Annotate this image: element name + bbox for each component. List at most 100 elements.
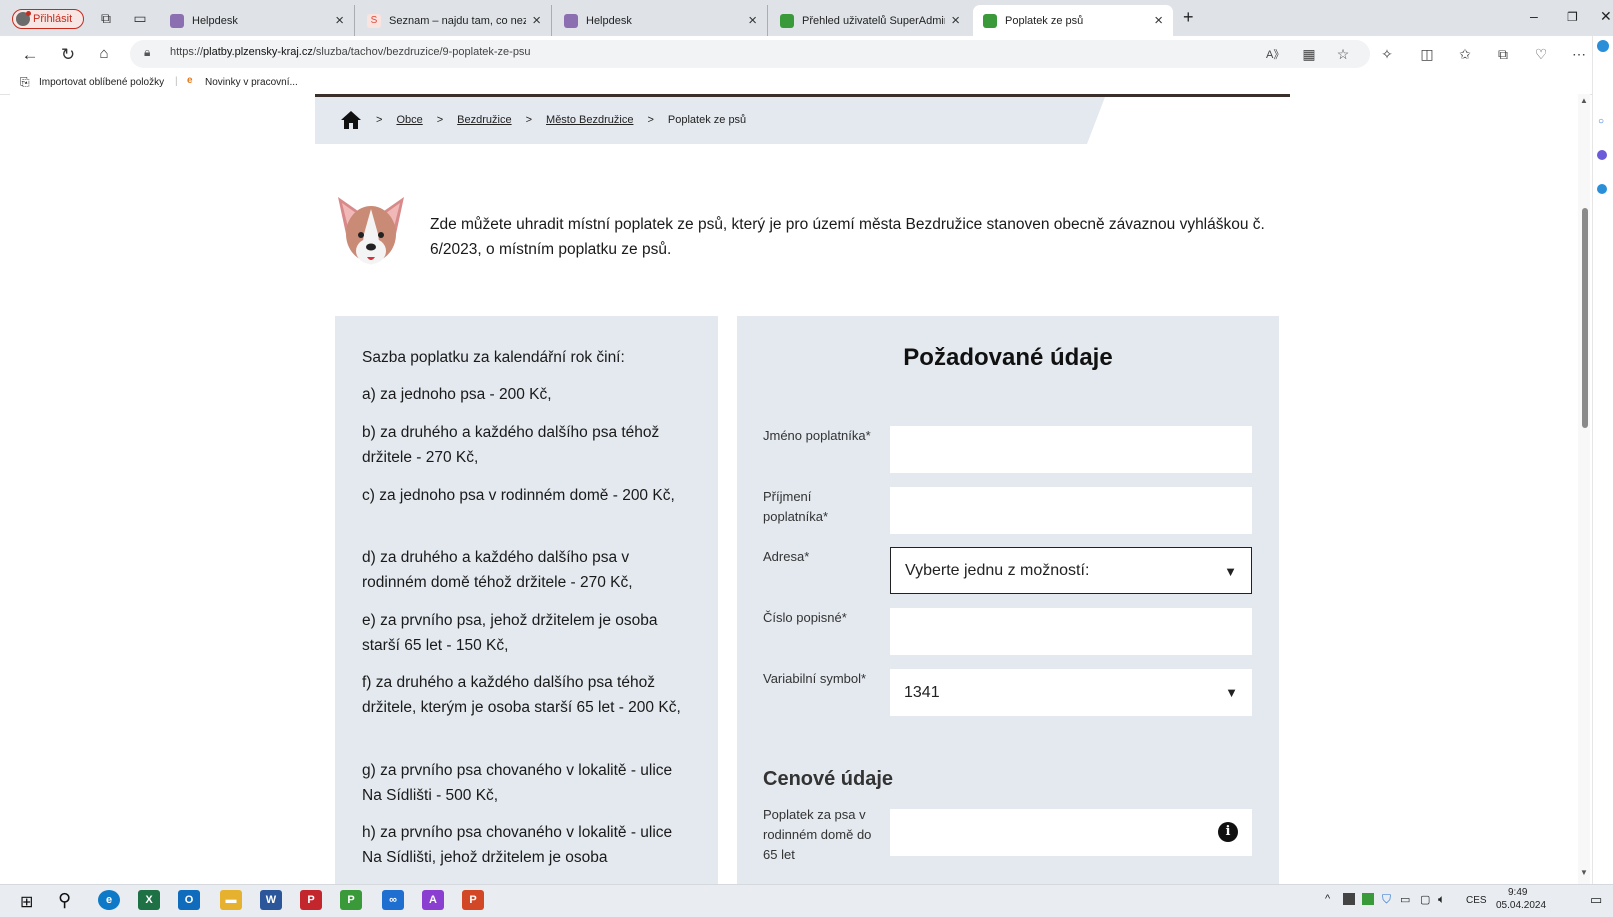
close-icon[interactable]: × bbox=[1154, 12, 1163, 29]
breadcrumb: > Obce > Bezdružice > Město Bezdružice >… bbox=[340, 110, 746, 130]
breadcrumb-link-bezdruzice[interactable]: Bezdružice bbox=[457, 114, 511, 126]
rate-item: d) za druhého a každého dalšího psa v ro… bbox=[362, 549, 633, 591]
scroll-up-icon[interactable]: ▲ bbox=[1580, 96, 1588, 105]
fee-label: Poplatek za psa v rodinném domě do 65 le… bbox=[763, 807, 872, 862]
favorite-import[interactable]: Importovat oblíbené položky bbox=[39, 77, 164, 88]
notifications-icon[interactable]: ▭ bbox=[1590, 892, 1602, 908]
tray-date[interactable]: 05.04.2024 bbox=[1496, 900, 1546, 911]
collections-icon[interactable]: ⧉ bbox=[1494, 46, 1512, 63]
helpdesk-favicon-icon bbox=[564, 13, 578, 28]
edge-sidebar: ○ bbox=[1592, 36, 1613, 884]
app-p-green-icon[interactable]: P bbox=[340, 890, 362, 910]
app-p-red-icon[interactable]: P bbox=[300, 890, 322, 910]
price-section-title: Cenové údaje bbox=[763, 768, 894, 790]
form-panel bbox=[737, 316, 1279, 884]
tray-time[interactable]: 9:49 bbox=[1508, 887, 1527, 898]
fee-input[interactable]: i bbox=[890, 809, 1252, 856]
file-explorer-icon[interactable]: ▬ bbox=[220, 890, 242, 910]
extensions-icon[interactable]: ✧ bbox=[1378, 46, 1396, 63]
tray-language[interactable]: CES bbox=[1466, 895, 1487, 906]
url-domain: platby.plzensky-kraj.cz bbox=[203, 46, 313, 58]
home-icon[interactable] bbox=[340, 110, 362, 130]
first-name-label: Jméno poplatníka* bbox=[763, 428, 871, 443]
powerpoint-app-icon[interactable]: P bbox=[462, 890, 484, 910]
breadcrumb-separator: > bbox=[436, 114, 444, 126]
split-screen-icon[interactable]: ◫ bbox=[1418, 46, 1436, 63]
tray-volume-icon[interactable]: 🔈︎ bbox=[1438, 892, 1445, 907]
tab-helpdesk-1[interactable]: Helpdesk × bbox=[160, 5, 355, 36]
close-window-icon[interactable]: ✕ bbox=[1600, 8, 1612, 25]
read-aloud-icon[interactable]: A》 bbox=[1266, 46, 1284, 62]
app-a-icon[interactable]: A bbox=[422, 890, 444, 910]
browser-essentials-icon[interactable]: ♡ bbox=[1532, 46, 1550, 63]
first-name-input[interactable] bbox=[890, 426, 1252, 473]
variable-symbol-select[interactable]: 1341 ▼ bbox=[890, 669, 1252, 716]
rate-item: b) za druhého a každého dalšího psa tého… bbox=[362, 424, 660, 466]
tab-poplatek-active[interactable]: Poplatek ze psů × bbox=[973, 5, 1173, 36]
scrollbar-thumb[interactable] bbox=[1582, 208, 1588, 428]
tray-shield-icon[interactable]: ⛉ bbox=[1382, 892, 1391, 907]
favorite-news[interactable]: Novinky v pracovní... bbox=[205, 77, 298, 88]
rate-item: f) za druhého a každého dalšího psa tého… bbox=[362, 674, 681, 716]
variable-symbol-label: Variabilní symbol* bbox=[763, 671, 867, 686]
home-icon[interactable]: ⌂ bbox=[94, 45, 114, 62]
breadcrumb-link-mesto[interactable]: Město Bezdružice bbox=[546, 114, 633, 126]
outlook-app-icon[interactable]: O bbox=[178, 890, 200, 910]
signin-button[interactable]: Přihlásit bbox=[12, 9, 84, 29]
tab-actions-icon[interactable]: ▭ bbox=[132, 10, 148, 26]
close-icon[interactable]: × bbox=[532, 12, 541, 29]
address-label: Adresa* bbox=[763, 549, 810, 564]
info-icon[interactable]: i bbox=[1218, 822, 1238, 842]
tray-green-icon[interactable] bbox=[1362, 893, 1374, 905]
copilot-icon[interactable] bbox=[1597, 40, 1609, 52]
close-icon[interactable]: × bbox=[335, 12, 344, 29]
tray-battery-icon[interactable]: ▭ bbox=[1400, 893, 1410, 906]
tab-helpdesk-2[interactable]: Helpdesk × bbox=[554, 5, 768, 36]
favorites-bar: ⎘ Importovat oblíbené položky | e Novink… bbox=[0, 72, 1613, 95]
refresh-icon[interactable]: ↻ bbox=[58, 45, 78, 65]
back-icon[interactable]: ← bbox=[20, 45, 40, 65]
tab-superadmin[interactable]: Přehled uživatelů SuperAdmin × bbox=[770, 5, 970, 36]
last-name-input[interactable] bbox=[890, 487, 1252, 534]
rate-item: g) za prvního psa chovaného v lokalitě -… bbox=[362, 762, 673, 804]
scroll-down-icon[interactable]: ▼ bbox=[1580, 868, 1588, 877]
tray-network-icon[interactable]: ▢ bbox=[1420, 893, 1430, 906]
address-select[interactable]: Vyberte jednu z možností: ▼ bbox=[890, 547, 1252, 594]
favorite-star-icon[interactable]: ☆ bbox=[1334, 46, 1352, 63]
house-number-input[interactable] bbox=[890, 608, 1252, 655]
dropdown-arrow-icon: ▼ bbox=[1224, 564, 1237, 579]
excel-app-icon[interactable]: X bbox=[138, 890, 160, 910]
sidebar-outlook-icon[interactable] bbox=[1597, 184, 1607, 194]
tray-chevron-icon[interactable]: ^ bbox=[1325, 893, 1330, 905]
address-select-value: Vyberte jednu z možností: bbox=[905, 561, 1090, 579]
url-text[interactable]: https://platby.plzensky-kraj.cz/sluzba/t… bbox=[170, 46, 531, 58]
workspaces-icon[interactable]: ⧉ bbox=[98, 10, 114, 26]
close-icon[interactable]: × bbox=[748, 12, 757, 29]
edge-app-icon[interactable]: e bbox=[98, 890, 120, 910]
breadcrumb-link-obce[interactable]: Obce bbox=[396, 114, 422, 126]
lock-icon[interactable]: 🔒︎ bbox=[144, 45, 150, 60]
tab-seznam[interactable]: S Seznam – najdu tam, co neznám × bbox=[357, 5, 552, 36]
dog-illustration-icon bbox=[338, 197, 404, 265]
dropdown-arrow-icon: ▼ bbox=[1225, 685, 1238, 700]
windows-start-icon[interactable]: ⊞ bbox=[20, 892, 33, 912]
sidebar-search-icon[interactable]: ○ bbox=[1598, 116, 1604, 127]
app-favicon-icon bbox=[780, 13, 794, 28]
rate-item: a) za jednoho psa - 200 Kč, bbox=[362, 386, 552, 403]
rate-item: c) za jednoho psa v rodinném domě - 200 … bbox=[362, 487, 675, 504]
tab-title: Přehled uživatelů SuperAdmin bbox=[802, 14, 946, 27]
new-tab-icon[interactable]: + bbox=[1183, 7, 1194, 28]
close-icon[interactable]: × bbox=[951, 12, 960, 29]
app-blue-icon[interactable]: ∞ bbox=[382, 890, 404, 910]
tray-app-icon[interactable] bbox=[1343, 893, 1355, 905]
app-favicon-icon bbox=[983, 13, 997, 28]
word-app-icon[interactable]: W bbox=[260, 890, 282, 910]
sidebar-app-icon[interactable] bbox=[1597, 150, 1607, 160]
search-icon[interactable]: ⚲ bbox=[58, 890, 71, 911]
restore-icon[interactable]: ❐ bbox=[1567, 10, 1578, 24]
favorites-icon[interactable]: ✩ bbox=[1456, 46, 1474, 63]
favorites-divider: | bbox=[175, 76, 178, 87]
app-available-icon[interactable]: ▦ bbox=[1300, 46, 1318, 63]
minimize-icon[interactable]: – bbox=[1530, 8, 1538, 24]
more-menu-icon[interactable]: ⋯ bbox=[1570, 46, 1588, 63]
